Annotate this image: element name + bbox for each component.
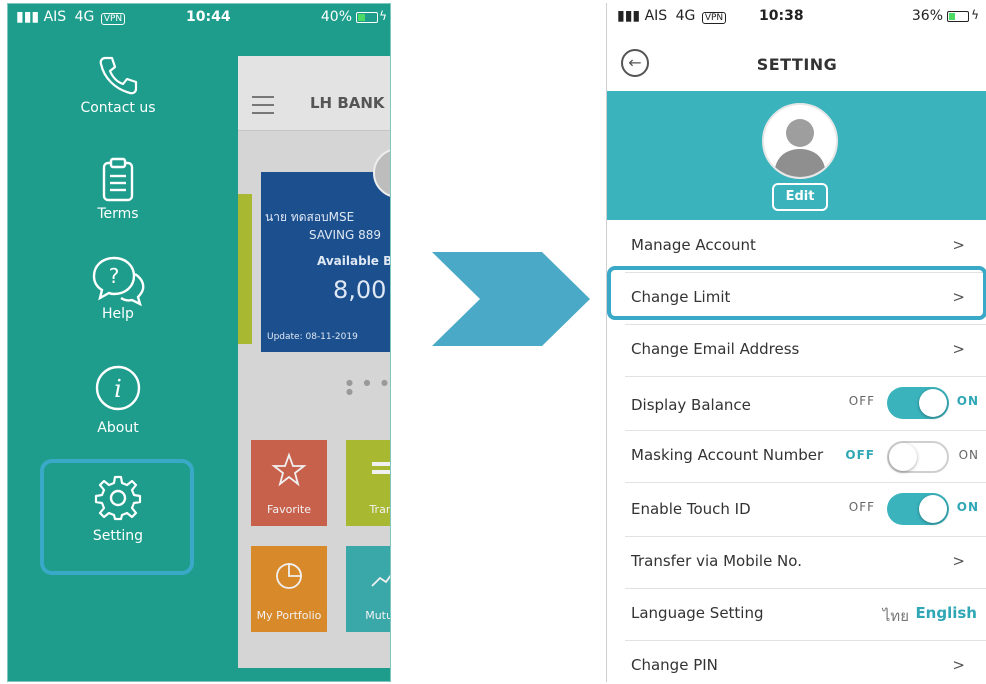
brand-name: LH BANK (310, 94, 385, 112)
account-holder-name: นาย ทดสอบMSE (265, 210, 355, 224)
star-icon (271, 452, 307, 487)
charging-icon: ϟ (971, 8, 979, 22)
menu-label: Contact us (80, 100, 156, 116)
card-side-tab (238, 194, 252, 344)
page-title: SETTING (756, 55, 838, 74)
preview-header: LH BANK (238, 56, 390, 131)
row-masking-account: Masking Account Number OFF ON (625, 430, 986, 483)
battery-icon (356, 12, 378, 23)
transfer-icon (372, 462, 390, 474)
chevron-right-icon: > (952, 552, 965, 570)
row-touch-id: Enable Touch ID OFF ON (625, 482, 986, 537)
update-date: Update: 08-11-2019 (267, 332, 358, 342)
edit-profile-button[interactable]: Edit (772, 183, 828, 211)
language-english-option[interactable]: English (915, 604, 977, 622)
menu-item-terms[interactable]: Terms (8, 156, 228, 222)
row-label: Enable Touch ID (631, 500, 751, 518)
tile-mutual-fund[interactable]: Mutual (346, 546, 390, 632)
right-phone-settings: ▮▮▮ AIS 4G VPN 10:38 36% ϟ ← SETTING Edi… (606, 3, 986, 682)
row-label: Masking Account Number (631, 446, 824, 464)
toggle-off-label: OFF (848, 500, 875, 514)
person-icon (774, 119, 826, 177)
status-bar: ▮▮▮ AIS 4G VPN 10:38 36% ϟ (607, 3, 986, 29)
row-display-balance: Display Balance OFF ON (625, 376, 986, 431)
tile-label: My Portfolio (256, 609, 322, 622)
hamburger-menu-icon[interactable] (252, 96, 274, 120)
carrier-info: ▮▮▮ AIS 4G VPN (617, 8, 727, 24)
signal-icon: ▮▮▮ (16, 9, 40, 25)
row-language-setting: Language Setting ไทย English (625, 588, 986, 641)
tile-label: Trans (369, 503, 390, 516)
help-bubble-icon: ? (92, 256, 145, 307)
row-transfer-mobile[interactable]: Transfer via Mobile No. > (625, 536, 986, 589)
row-label: Transfer via Mobile No. (631, 552, 802, 570)
account-type: SAVING 889 (309, 228, 382, 242)
menu-label: About (97, 420, 139, 436)
touch-id-toggle[interactable] (887, 493, 949, 525)
app-preview-dimmed: LH BANK นาย ทดสอบMSE SAVING 889 Availabl… (238, 56, 391, 668)
setting-highlight-box (40, 459, 194, 575)
row-change-email[interactable]: Change Email Address > (625, 324, 986, 377)
display-balance-toggle[interactable] (887, 387, 949, 419)
menu-label: Help (102, 306, 134, 322)
menu-item-help[interactable]: ? Help (8, 254, 228, 322)
tile-favorite[interactable]: Favorite (251, 440, 327, 526)
pie-chart-icon (276, 563, 302, 589)
phone-icon (99, 56, 138, 95)
tile-label: Favorite (267, 503, 311, 516)
chevron-right-icon: > (952, 236, 965, 254)
chevron-right-icon: > (952, 340, 965, 358)
battery-icon (947, 11, 969, 22)
left-phone-drawer: ▮▮▮ AIS 4G VPN 10:44 40% ϟ Contact us Te… (7, 3, 391, 682)
title-bar: ← SETTING (607, 39, 986, 91)
menu-label: Terms (97, 206, 139, 222)
toggle-off-label: OFF (848, 394, 875, 408)
status-time: 10:38 (759, 8, 804, 24)
battery-percent: 36% (911, 8, 943, 24)
carousel-dots: ● ● ● ● (346, 378, 391, 396)
status-bar: ▮▮▮ AIS 4G VPN 10:44 40% ϟ (8, 4, 390, 30)
svg-text:i: i (114, 375, 122, 403)
tile-my-portfolio[interactable]: My Portfolio (251, 546, 327, 632)
profile-header: Edit (607, 91, 986, 220)
language-thai-option[interactable]: ไทย (883, 604, 909, 628)
info-icon: i (95, 365, 141, 411)
battery-percent: 40% (320, 9, 352, 25)
row-label: Change PIN (631, 656, 718, 674)
row-label: Change Email Address (631, 340, 800, 358)
charging-icon: ϟ (379, 9, 387, 23)
row-label: Display Balance (631, 396, 751, 414)
growth-chart-icon (371, 574, 390, 587)
svg-text:?: ? (109, 264, 120, 288)
toggle-on-label: ON (958, 448, 979, 462)
tile-transfer[interactable]: Trans (346, 440, 390, 526)
account-card[interactable]: นาย ทดสอบMSE SAVING 889 Available B 8,00… (261, 172, 391, 352)
toggle-on-label: ON (956, 394, 979, 408)
status-time: 10:44 (186, 9, 231, 25)
chevron-right-icon: > (952, 656, 965, 674)
clipboard-icon (102, 157, 134, 202)
menu-item-about[interactable]: i About (8, 364, 228, 436)
avatar[interactable] (762, 103, 838, 179)
row-label: Manage Account (631, 236, 756, 254)
row-change-pin[interactable]: Change PIN > (625, 640, 986, 682)
row-label: Language Setting (631, 604, 764, 622)
signal-icon: ▮▮▮ (617, 8, 641, 24)
change-limit-highlight-box (607, 266, 986, 320)
toggle-off-label: OFF (845, 448, 875, 462)
transition-arrow (432, 252, 590, 346)
tile-label: Mutual (365, 609, 390, 622)
toggle-on-label: ON (956, 500, 979, 514)
balance-amount: 8,00 (333, 276, 387, 304)
carrier-info: ▮▮▮ AIS 4G VPN (16, 9, 126, 25)
menu-item-contact-us[interactable]: Contact us (8, 52, 228, 116)
masking-account-toggle[interactable] (887, 441, 949, 473)
available-balance-label: Available B (317, 254, 391, 268)
